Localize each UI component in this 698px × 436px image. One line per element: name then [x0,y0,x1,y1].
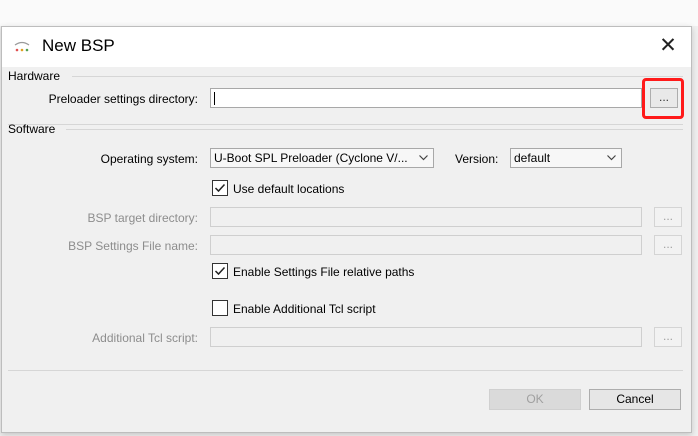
version-label: Version: [455,152,499,166]
checkmark-icon [214,266,226,276]
background-window [0,0,698,26]
text-caret [214,92,215,105]
highlight-box [642,78,684,119]
os-select[interactable]: U-Boot SPL Preloader (Cyclone V/... [210,148,434,168]
relative-paths-label: Enable Settings File relative paths [233,265,415,279]
target-directory-input[interactable] [210,207,642,227]
app-icon [14,41,30,52]
target-directory-browse-button[interactable]: ... [654,207,682,227]
dialog-title: New BSP [42,36,115,55]
new-bsp-dialog: New BSP ✕ Hardware Preloader settings di… [1,26,692,433]
title-bar: New BSP ✕ [2,27,691,67]
tcl-enable-checkbox[interactable] [212,300,228,316]
chevron-down-icon [419,155,428,161]
os-select-value: U-Boot SPL Preloader (Cyclone V/... [214,151,408,165]
settings-file-label: BSP Settings File name: [68,239,198,253]
target-directory-label: BSP target directory: [87,211,199,225]
use-default-locations-label: Use default locations [233,182,345,196]
tcl-script-browse-button[interactable]: ... [654,327,682,347]
settings-file-browse-button[interactable]: ... [654,235,682,255]
hardware-section-label: Hardware [8,69,61,83]
os-label: Operating system: [100,152,198,166]
footer-separator [8,370,683,371]
chevron-down-icon [607,155,616,161]
relative-paths-checkbox[interactable] [212,263,228,279]
preloader-directory-input[interactable] [210,88,642,108]
use-default-locations-checkbox[interactable] [212,180,228,196]
software-section-label: Software [8,122,56,136]
hardware-separator [72,76,683,77]
software-separator [66,129,683,130]
tcl-script-input[interactable] [210,327,642,347]
hardware-bottom-separator [8,124,683,125]
close-button[interactable]: ✕ [655,33,681,59]
tcl-script-label: Additional Tcl script: [92,331,198,345]
close-icon: ✕ [659,34,677,57]
settings-file-input[interactable] [210,235,642,255]
version-select[interactable]: default [510,148,622,168]
ok-button[interactable]: OK [489,389,581,410]
preloader-label: Preloader settings directory: [48,92,198,106]
version-select-value: default [514,151,551,165]
tcl-enable-label: Enable Additional Tcl script [233,302,376,316]
checkmark-icon [214,183,226,193]
cancel-button[interactable]: Cancel [589,389,681,410]
